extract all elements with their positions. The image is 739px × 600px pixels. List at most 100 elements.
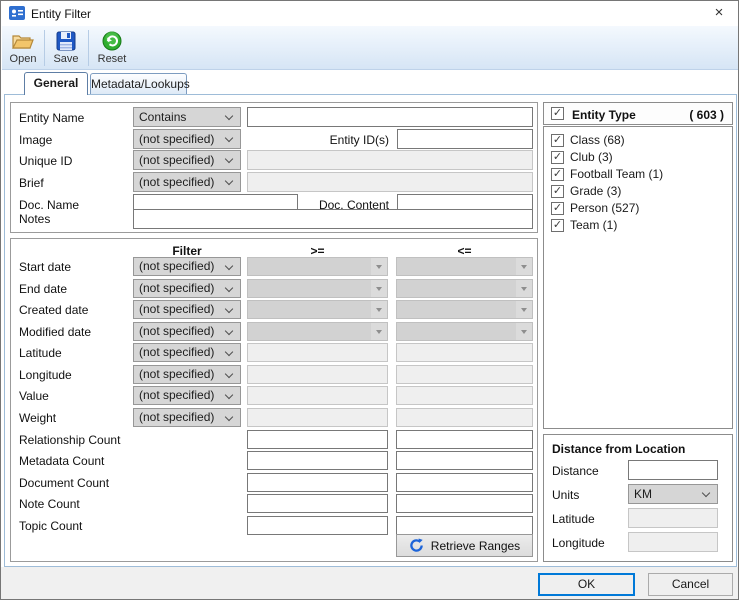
relationship-count-label: Relationship Count [19, 433, 121, 447]
image-operator-value: (not specified) [139, 132, 215, 146]
entity-type-item[interactable]: ✓ Club (3) [551, 150, 613, 166]
distance-panel-title: Distance from Location [552, 442, 686, 456]
end-date-operator-dropdown[interactable]: (not specified) [133, 279, 241, 298]
entity-name-operator-dropdown[interactable]: Contains [133, 107, 241, 127]
weight-operator-dropdown[interactable]: (not specified) [133, 408, 241, 427]
tab-metadata-lookups[interactable]: Metadata/Lookups [90, 73, 190, 95]
entity-type-item[interactable]: ✓ Team (1) [551, 218, 617, 234]
topic-count-label: Topic Count [19, 519, 83, 533]
modified-date-lte-disabled-datepicker [396, 322, 533, 341]
units-dropdown[interactable]: KM [628, 484, 718, 504]
relationship-count-gte-input[interactable] [247, 430, 388, 449]
entity-type-checkbox[interactable]: ✓ [551, 134, 564, 148]
entity-type-checkbox[interactable]: ✓ [551, 219, 564, 233]
chevron-down-icon [224, 326, 234, 336]
entity-type-select-all-checkbox[interactable]: ✓ [551, 107, 564, 120]
modified-date-label: Modified date [19, 325, 92, 339]
start-date-operator-dropdown[interactable]: (not specified) [133, 257, 241, 276]
latitude-gte-disabled-input [247, 343, 388, 362]
created-date-operator-dropdown[interactable]: (not specified) [133, 300, 241, 319]
doc-name-label: Doc. Name [19, 198, 80, 212]
distance-input[interactable] [628, 460, 718, 480]
note-count-lte-input[interactable] [396, 494, 533, 513]
tab-general[interactable]: General [24, 72, 88, 95]
metadata-count-lte-input[interactable] [396, 451, 533, 470]
entity-type-item[interactable]: ✓ Person (527) [551, 201, 639, 217]
weight-label: Weight [19, 411, 57, 425]
dropdown-arrow-icon [521, 329, 527, 334]
entity-type-item[interactable]: ✓ Class (68) [551, 133, 625, 149]
dropdown-arrow-icon [376, 264, 382, 269]
retrieve-ranges-label: Retrieve Ranges [430, 538, 521, 553]
ok-button[interactable]: OK [538, 573, 635, 596]
entity-type-checkbox[interactable]: ✓ [551, 151, 564, 165]
chevron-down-icon [701, 488, 711, 498]
entity-name-input[interactable] [247, 107, 533, 127]
value-operator-value: (not specified) [139, 388, 215, 402]
note-count-gte-input[interactable] [247, 494, 388, 513]
units-label: Units [552, 488, 580, 502]
longitude-operator-dropdown[interactable]: (not specified) [133, 365, 241, 384]
entity-type-item[interactable]: ✓ Grade (3) [551, 184, 621, 200]
unique-id-operator-dropdown[interactable]: (not specified) [133, 150, 241, 170]
entity-type-item-label: Class (68) [570, 133, 625, 147]
chevron-down-icon [224, 154, 234, 164]
entity-type-checkbox[interactable]: ✓ [551, 202, 564, 216]
entity-type-item-label: Team (1) [570, 218, 618, 232]
datepicker-dropdown-button [516, 323, 532, 340]
end-date-label: End date [19, 282, 68, 296]
topic-count-lte-input[interactable] [396, 516, 533, 535]
entity-type-checkbox[interactable]: ✓ [551, 185, 564, 199]
notes-input[interactable] [133, 209, 533, 229]
image-operator-dropdown[interactable]: (not specified) [133, 129, 241, 149]
entity-filter-dialog: Entity Filter × Open Save Reset General … [0, 0, 739, 600]
toolbar-separator [88, 30, 89, 66]
entity-ids-label: Entity ID(s) [329, 133, 389, 147]
close-icon[interactable]: × [704, 1, 734, 25]
save-button[interactable]: Save [48, 28, 84, 68]
document-count-gte-input[interactable] [247, 473, 388, 492]
basic-filters-group: Entity Name Contains Image (not specifie… [10, 102, 538, 233]
document-count-lte-input[interactable] [396, 473, 533, 492]
entity-type-header: ✓ Entity Type ( 603 ) [543, 102, 733, 125]
value-operator-dropdown[interactable]: (not specified) [133, 386, 241, 405]
retrieve-ranges-button[interactable]: Retrieve Ranges [396, 534, 533, 557]
brief-operator-dropdown[interactable]: (not specified) [133, 172, 241, 192]
datepicker-dropdown-button [371, 258, 387, 275]
entity-type-title: Entity Type [572, 108, 636, 122]
distance-label: Distance [552, 464, 599, 478]
range-filters-group: Filter >= <= Start date (not specified) En… [10, 238, 538, 562]
general-tab-page: Entity Name Contains Image (not specifie… [4, 94, 737, 567]
entity-type-checkbox[interactable]: ✓ [551, 168, 564, 182]
brief-disabled-input [247, 172, 533, 192]
entity-type-item-label: Football Team (1) [570, 167, 664, 181]
cancel-button[interactable]: Cancel [648, 573, 733, 596]
chevron-down-icon [224, 261, 234, 271]
latitude-operator-dropdown[interactable]: (not specified) [133, 343, 241, 362]
entity-ids-input[interactable] [397, 129, 533, 149]
dropdown-arrow-icon [376, 329, 382, 334]
latitude-operator-value: (not specified) [139, 345, 215, 359]
entity-type-item[interactable]: ✓ Football Team (1) [551, 167, 663, 183]
start-date-operator-value: (not specified) [139, 259, 215, 273]
tab-metadata-label: Metadata/Lookups [91, 77, 190, 91]
open-button[interactable]: Open [4, 28, 42, 68]
filter-column-header: Filter [172, 244, 202, 258]
chevron-down-icon [224, 369, 234, 379]
start-date-gte-disabled-datepicker [247, 257, 388, 276]
dropdown-arrow-icon [376, 286, 382, 291]
chevron-down-icon [224, 347, 234, 357]
window-title: Entity Filter [31, 7, 92, 21]
reset-button[interactable]: Reset [92, 28, 132, 68]
latitude-label: Latitude [19, 346, 62, 360]
distance-from-location-group: Distance from Location Distance Units KM… [543, 434, 733, 562]
topic-count-gte-input[interactable] [247, 516, 388, 535]
longitude-operator-value: (not specified) [139, 367, 215, 381]
metadata-count-gte-input[interactable] [247, 451, 388, 470]
entity-type-item-label: Person (527) [570, 201, 640, 215]
relationship-count-lte-input[interactable] [396, 430, 533, 449]
tab-general-label: General [33, 76, 79, 90]
reset-button-label: Reset [97, 53, 127, 65]
datepicker-dropdown-button [371, 301, 387, 318]
modified-date-operator-dropdown[interactable]: (not specified) [133, 322, 241, 341]
